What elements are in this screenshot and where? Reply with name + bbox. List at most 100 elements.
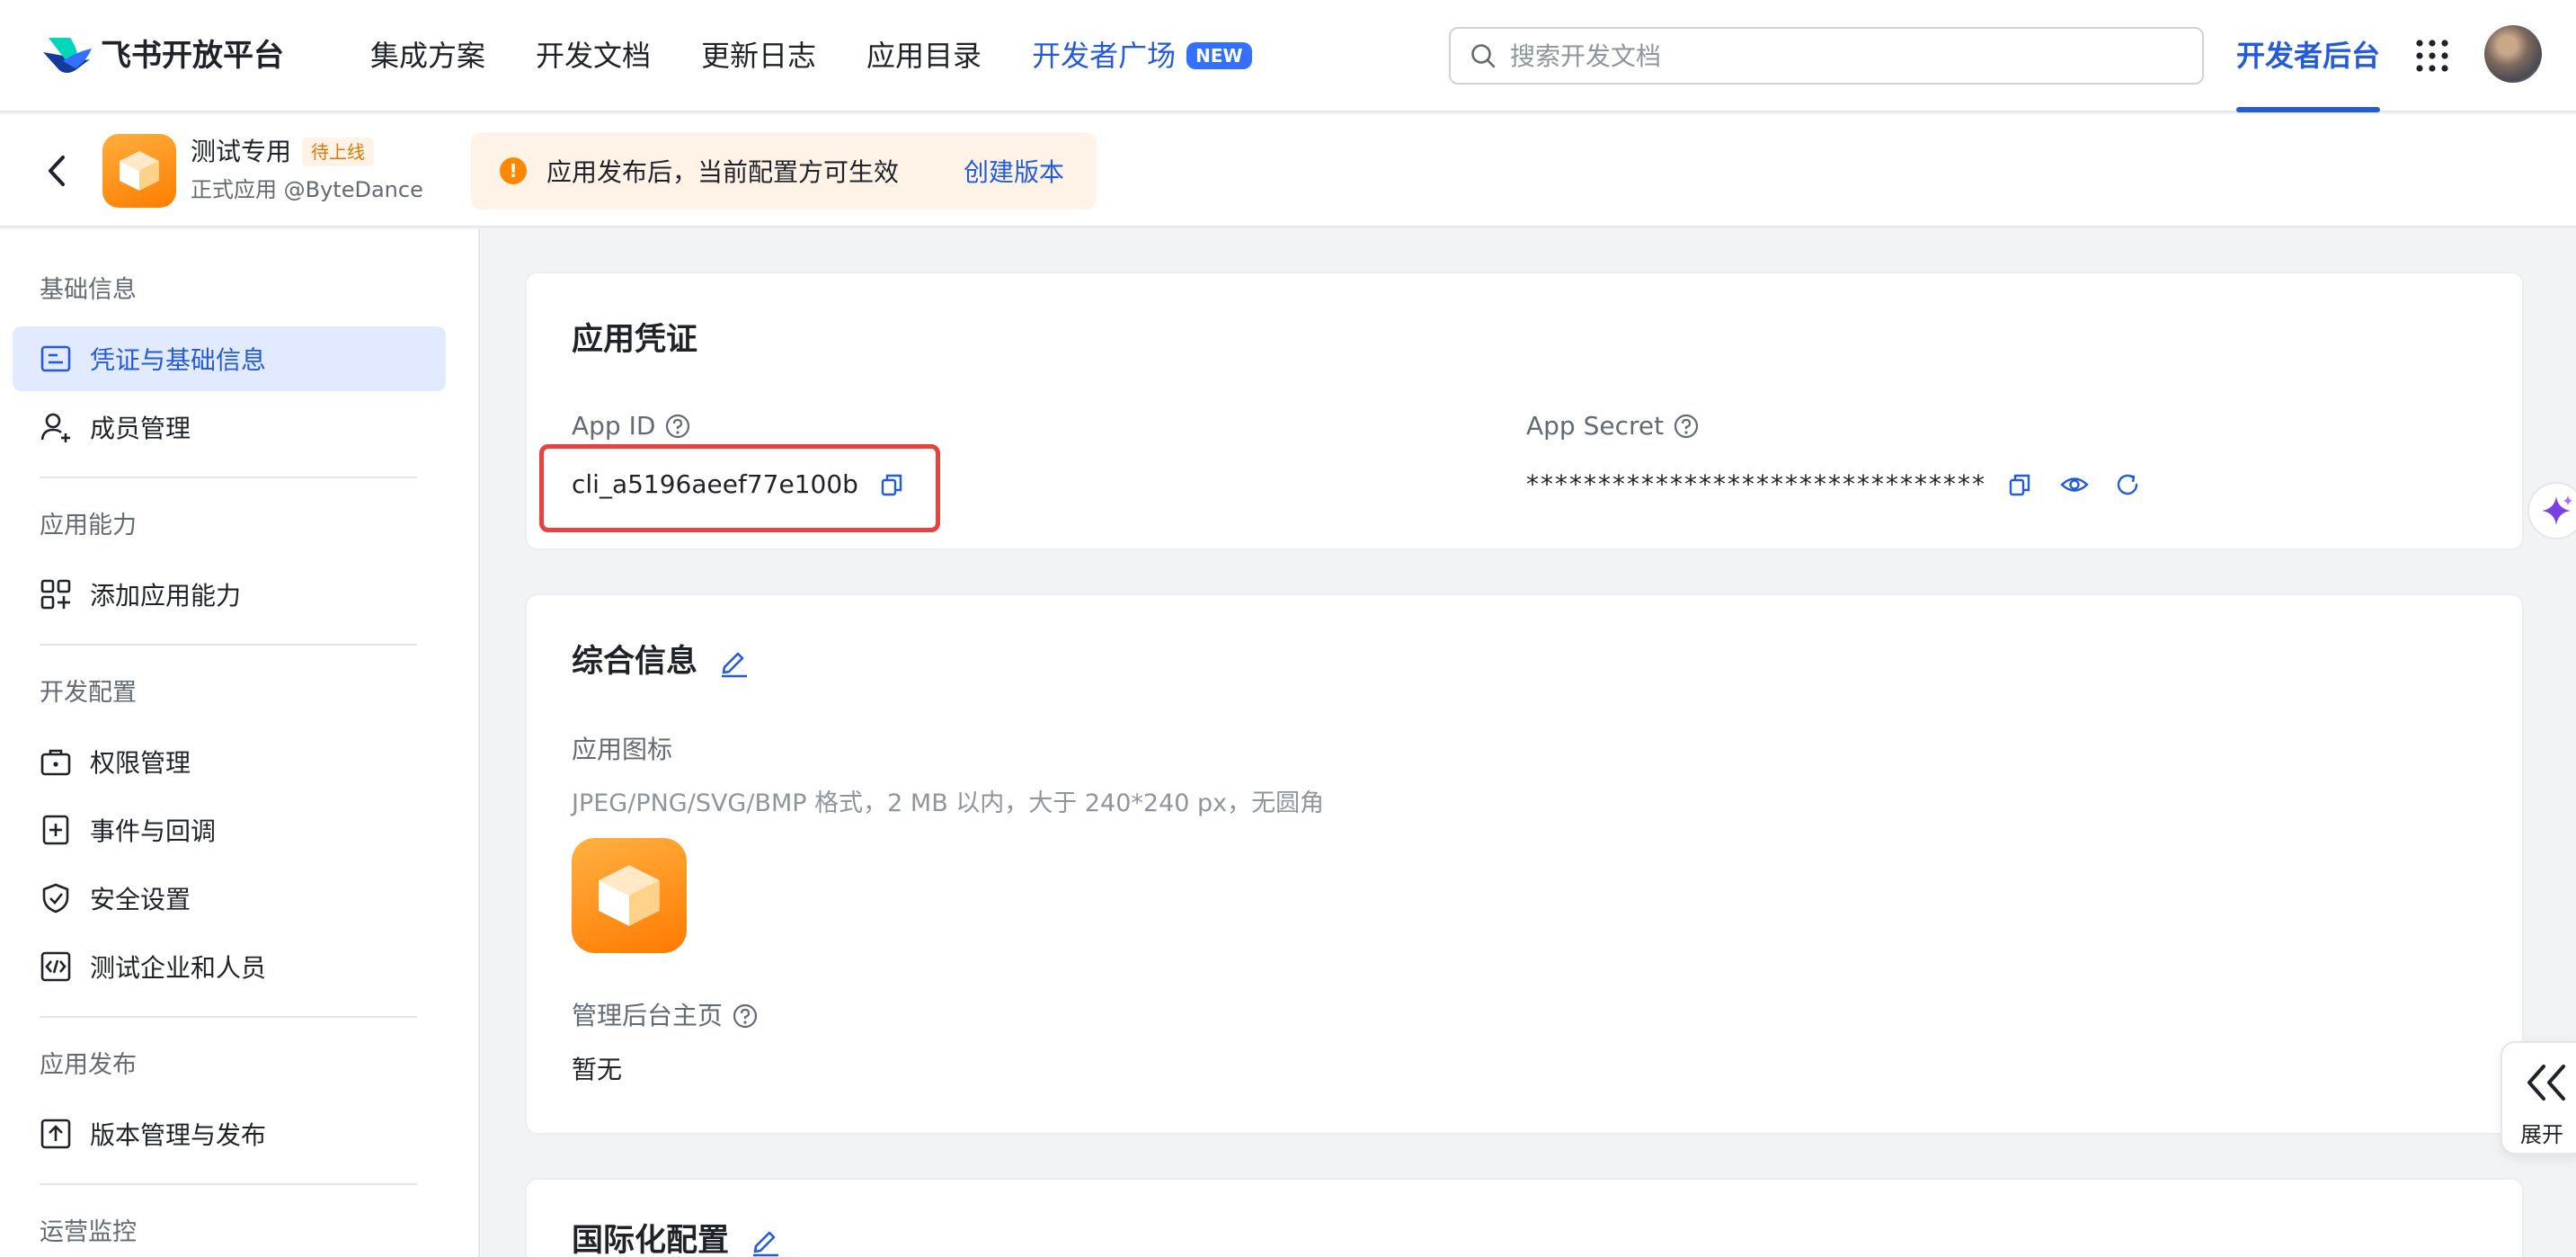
copy-icon [881,474,902,496]
briefcase-icon [40,749,71,776]
search-box[interactable] [1449,27,2204,85]
sidebar-item-label: 添加应用能力 [90,581,242,611]
app-header: 测试专用 待上线 正式应用 @ByteDance ! 应用发布后，当前配置方可生… [0,114,2576,227]
sidebar-divider [40,644,417,646]
shield-check-icon [42,883,69,914]
sidebar-item-add-capability[interactable]: 添加应用能力 [13,562,446,627]
sidebar-section-dev-config: 开发配置 [40,679,137,707]
feishu-logo-icon[interactable] [40,34,93,77]
eye-icon [2060,477,2089,492]
sidebar-item-test-tenants[interactable]: 测试企业和人员 [13,934,446,999]
search-icon [1471,44,1496,68]
new-badge: NEW [1186,42,1252,69]
sidebar-item-label: 凭证与基础信息 [90,345,267,375]
sidebar-divider [40,1016,417,1018]
sidebar-item-security[interactable]: 安全设置 [13,866,446,931]
admin-homepage-label-text: 管理后台主页 [572,1001,724,1030]
sidebar-item-events[interactable]: 事件与回调 [13,798,446,862]
sidebar: 基础信息 凭证与基础信息 成员管理 应用能力 添加应用能力 开发配置 权限管理 … [0,229,480,1257]
app-id-value[interactable]: cli_a5196aeef77e100b [572,467,858,503]
app-secret-label-text: App Secret [1526,411,1665,441]
app-secret-value: ******************************** [1526,469,1986,499]
publish-notice-banner: ! 应用发布后，当前配置方可生效 创建版本 [471,132,1097,210]
event-add-icon [42,815,69,845]
sidebar-item-label: 测试企业和人员 [90,953,267,983]
brand-name[interactable]: 飞书开放平台 [101,34,284,77]
general-info-title-row: 综合信息 [572,640,750,683]
admin-homepage-label: 管理后台主页 [572,998,759,1034]
app-id-label: App ID [572,408,691,444]
status-badge: 待上线 [302,138,374,166]
admin-homepage-value: 暂无 [572,1055,623,1084]
nav-changelog[interactable]: 更新日志 [701,34,816,77]
edit-icon[interactable] [749,1225,781,1257]
refresh-icon [2117,474,2138,495]
nav-app-directory[interactable]: 应用目录 [866,34,982,77]
id-card-icon [40,345,71,372]
sidebar-item-label: 版本管理与发布 [90,1120,267,1150]
sidebar-item-label: 权限管理 [90,748,191,778]
app-secret-label: App Secret [1526,408,1700,444]
ai-assistant-button[interactable] [2527,482,2576,539]
sparkle-icon [2542,495,2572,525]
main-nav: 集成方案 开发文档 更新日志 应用目录 开发者广场 NEW [370,34,1252,77]
cube-icon [599,865,660,926]
sidebar-item-label: 事件与回调 [90,816,217,846]
app-name: 测试专用 [191,137,292,166]
help-icon[interactable] [664,413,691,440]
upload-box-icon [40,1119,71,1149]
app-type-org: 正式应用 @ByteDance [191,177,423,202]
cube-icon [120,151,159,191]
credentials-card: 应用凭证 App ID cli_a5196aeef77e100b App Sec… [525,272,2524,550]
back-arrow-icon[interactable] [41,152,74,190]
app-id-label-text: App ID [572,411,656,441]
sidebar-section-monitoring: 运营监控 [40,1218,137,1246]
app-id-value-row: cli_a5196aeef77e100b [572,467,905,503]
sidebar-item-members[interactable]: 成员管理 [13,395,446,459]
i18n-title-row: 国际化配置 [572,1219,781,1257]
i18n-card: 国际化配置 [525,1178,2524,1257]
top-nav: 飞书开放平台 集成方案 开发文档 更新日志 应用目录 开发者广场 NEW 开发者… [0,0,2576,112]
active-tab-indicator [2236,107,2380,112]
credentials-title: 应用凭证 [572,322,698,358]
i18n-title: 国际化配置 [572,1223,730,1257]
sidebar-section-capabilities: 应用能力 [40,512,137,539]
general-info-card: 综合信息 应用图标 JPEG/PNG/SVG/BMP 格式，2 MB 以内，大于… [525,593,2524,1135]
copy-app-id-button[interactable] [878,471,905,498]
app-secret-value-row: ******************************** [1526,467,2141,503]
general-info-title: 综合信息 [572,644,698,680]
developer-console-link[interactable]: 开发者后台 [2236,0,2380,112]
sidebar-divider [40,1183,417,1185]
nav-docs[interactable]: 开发文档 [536,34,651,77]
user-add-icon [40,413,70,442]
help-icon[interactable] [732,1003,759,1030]
sidebar-item-permissions[interactable]: 权限管理 [13,729,446,794]
sidebar-item-credentials[interactable]: 凭证与基础信息 [13,326,446,391]
show-secret-button[interactable] [2060,471,2089,498]
app-icon-preview[interactable] [572,838,687,953]
sidebar-item-versions[interactable]: 版本管理与发布 [13,1101,446,1166]
create-version-link[interactable]: 创建版本 [964,153,1064,189]
sidebar-section-release: 应用发布 [40,1051,137,1079]
apps-add-icon [40,579,71,610]
app-icon-hint: JPEG/PNG/SVG/BMP 格式，2 MB 以内，大于 240*240 p… [572,789,1325,817]
help-icon[interactable] [1673,413,1700,440]
expand-label: 展开 [2520,1122,2563,1147]
nav-solutions[interactable]: 集成方案 [370,34,485,77]
app-icon [102,134,176,208]
nav-developer-plaza[interactable]: 开发者广场 [1032,34,1176,77]
reset-secret-button[interactable] [2114,471,2141,498]
sidebar-item-label: 安全设置 [90,885,191,914]
edit-icon[interactable] [717,646,750,678]
notice-text: 应用发布后，当前配置方可生效 [546,157,900,187]
expand-panel-button[interactable]: 展开 [2500,1041,2576,1154]
sidebar-divider [40,477,417,478]
code-box-icon [40,951,71,982]
app-grid-icon[interactable] [2414,38,2450,74]
app-icon-label: 应用图标 [572,735,673,764]
search-input[interactable] [1510,40,2139,71]
copy-icon [2009,474,2030,496]
user-avatar[interactable] [2484,25,2542,83]
copy-secret-button[interactable] [2006,471,2033,498]
warning-icon: ! [500,157,527,184]
